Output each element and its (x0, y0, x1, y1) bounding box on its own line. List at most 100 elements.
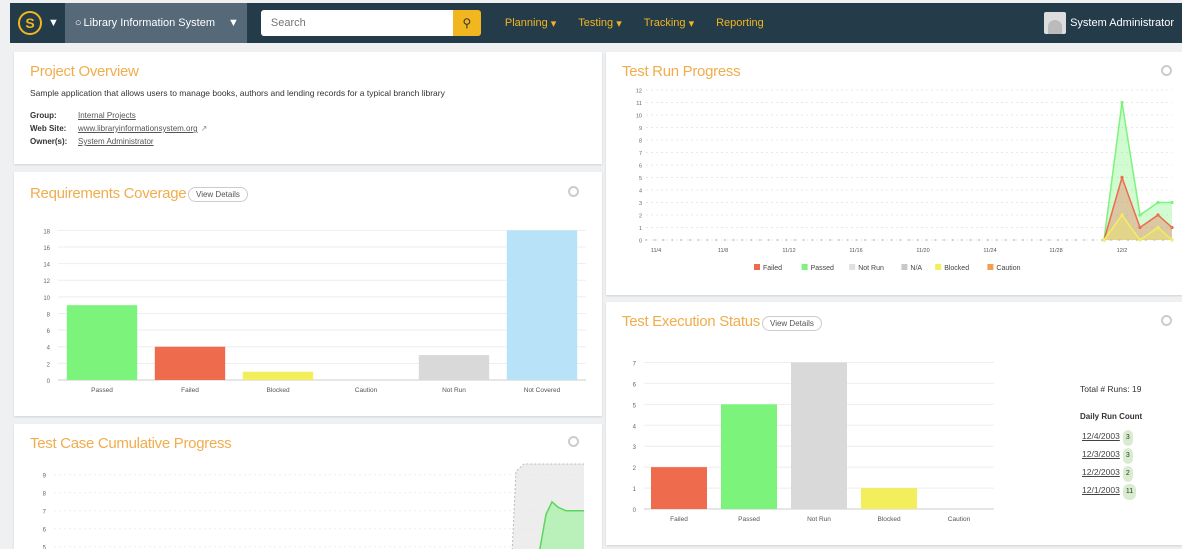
daily-run-date[interactable]: 12/1/2003 (1082, 485, 1120, 495)
test-run-progress-title: Test Run Progress (622, 63, 741, 80)
baseline-point (802, 239, 805, 241)
baseline-point (1039, 239, 1042, 241)
x-tick-label: 11/12 (782, 248, 795, 254)
external-link-icon: ↗ (200, 124, 208, 133)
baseline-point (785, 239, 788, 241)
search-icon: ⚲ (462, 16, 472, 30)
y-tick-label: 5 (633, 403, 637, 409)
baseline-point (872, 239, 875, 241)
app-logo[interactable]: S (10, 3, 50, 43)
legend-swatch (935, 264, 942, 270)
y-tick-label: 4 (639, 189, 642, 195)
y-tick-label: 4 (633, 424, 637, 430)
legend-swatch (901, 264, 908, 270)
bar-failed (651, 467, 707, 509)
execution-view-details-button[interactable]: View Details (762, 316, 822, 331)
baseline-point (820, 239, 823, 241)
baseline-point (811, 239, 814, 241)
nav-label: Planning (504, 17, 548, 29)
chevron-down-icon: ▼ (228, 17, 239, 29)
owner-link[interactable]: System Administrator (78, 137, 154, 146)
failed-series-point (1138, 225, 1142, 230)
x-tick-label: 11/24 (983, 248, 996, 254)
baseline-point (758, 239, 761, 241)
baseline-point (1013, 239, 1016, 241)
baseline-point (1083, 239, 1086, 241)
y-tick-label: 2 (47, 362, 51, 368)
x-tick-label: 11/20 (916, 248, 929, 254)
daily-run-item: 12/1/2003 11 (1082, 482, 1137, 500)
baseline-point (837, 239, 840, 241)
requirements-view-details-button[interactable]: View Details (188, 187, 248, 202)
y-tick-label: 18 (43, 229, 50, 235)
group-row: Group: Internal Projects (30, 111, 136, 120)
y-tick-label: 7 (43, 509, 47, 515)
y-tick-label: 8 (43, 491, 47, 497)
nav-tracking[interactable]: Tracking ▾ (644, 17, 694, 30)
cumulative-progress-chart: 5 6 7 8 9 (43, 463, 584, 549)
project-name: Library Information System (83, 17, 215, 29)
y-tick-label: 12 (636, 89, 642, 95)
baseline-point (925, 239, 928, 241)
gear-icon[interactable] (568, 186, 579, 197)
y-tick-label: 8 (639, 139, 642, 145)
avatar (1044, 12, 1067, 34)
owner-label: Owner(s): (30, 137, 68, 146)
y-tick-label: 1 (633, 487, 637, 493)
total-runs: Total # Runs: 19 (1080, 384, 1141, 394)
daily-run-item: 12/3/2003 3 (1082, 446, 1136, 464)
daily-run-date[interactable]: 12/3/2003 (1082, 449, 1120, 459)
nav-reporting[interactable]: Reporting (716, 17, 764, 30)
failed-series-point (1156, 213, 1160, 217)
baseline-point (934, 239, 937, 241)
chevron-down-icon[interactable]: ▼ (48, 17, 59, 29)
blocked-series-point (1102, 238, 1106, 242)
daily-run-count-badge: 3 (1122, 448, 1133, 464)
search-input[interactable] (260, 10, 453, 36)
user-menu[interactable]: System Administrator (1044, 12, 1174, 34)
x-tick-label: Not Covered (524, 387, 561, 394)
passed-series-point (1156, 200, 1160, 205)
daily-run-date[interactable]: 12/2/2003 (1082, 467, 1120, 477)
y-tick-label: 9 (43, 473, 47, 479)
y-tick-label: 1 (639, 226, 642, 232)
legend-label: Blocked (944, 265, 969, 272)
legend-label: Caution (996, 265, 1020, 272)
y-tick-label: 8 (47, 312, 51, 318)
daily-run-list: 12/4/2003 3 12/3/2003 3 12/2/2003 2 12/1/20… (1082, 428, 1137, 500)
nav-label: Tracking (643, 17, 686, 29)
y-tick-label: 0 (633, 508, 637, 514)
x-tick-label: Passed (91, 387, 113, 394)
x-tick-label: Not Run (807, 516, 831, 523)
project-selector[interactable]: ○ Library Information System ▼ (64, 3, 247, 43)
user-name: System Administrator (1070, 17, 1174, 29)
nav-testing[interactable]: Testing ▾ (578, 17, 621, 30)
total-runs-value: 19 (1132, 384, 1142, 394)
owner-row: Owner(s): System Administrator (30, 137, 154, 146)
nav-label: Testing (578, 17, 614, 29)
search-button[interactable]: ⚲ (452, 10, 481, 36)
baseline-point (864, 239, 867, 241)
x-tick-label: Not Run (442, 387, 466, 394)
website-link[interactable]: www.libraryinformationsystem.org (78, 124, 198, 133)
daily-run-count-badge: 2 (1122, 466, 1133, 482)
test-run-progress-chart: 012345678910111211/4 11/8 11/12 11/16 11/20 1… (636, 89, 1174, 272)
nav-planning[interactable]: Planning ▾ (505, 17, 556, 30)
spira-logo-icon: S (18, 11, 42, 35)
gear-icon[interactable] (1161, 315, 1172, 326)
cumulative-progress-title: Test Case Cumulative Progress (30, 435, 232, 452)
baseline-point (960, 239, 963, 241)
group-label: Group: (30, 111, 57, 120)
group-link[interactable]: Internal Projects (78, 111, 136, 120)
x-tick-label: Failed (670, 516, 688, 523)
gear-icon[interactable] (1161, 65, 1172, 76)
daily-run-date[interactable]: 12/4/2003 (1082, 431, 1120, 441)
daily-run-count-badge: 3 (1122, 430, 1133, 446)
baseline-point (1021, 239, 1024, 241)
baseline-point (653, 239, 656, 241)
y-tick-label: 6 (639, 164, 642, 170)
baseline-point (908, 239, 910, 241)
gear-icon[interactable] (568, 436, 579, 447)
daily-run-count-badge: 11 (1122, 484, 1137, 500)
x-tick-label: Caution (355, 387, 378, 394)
